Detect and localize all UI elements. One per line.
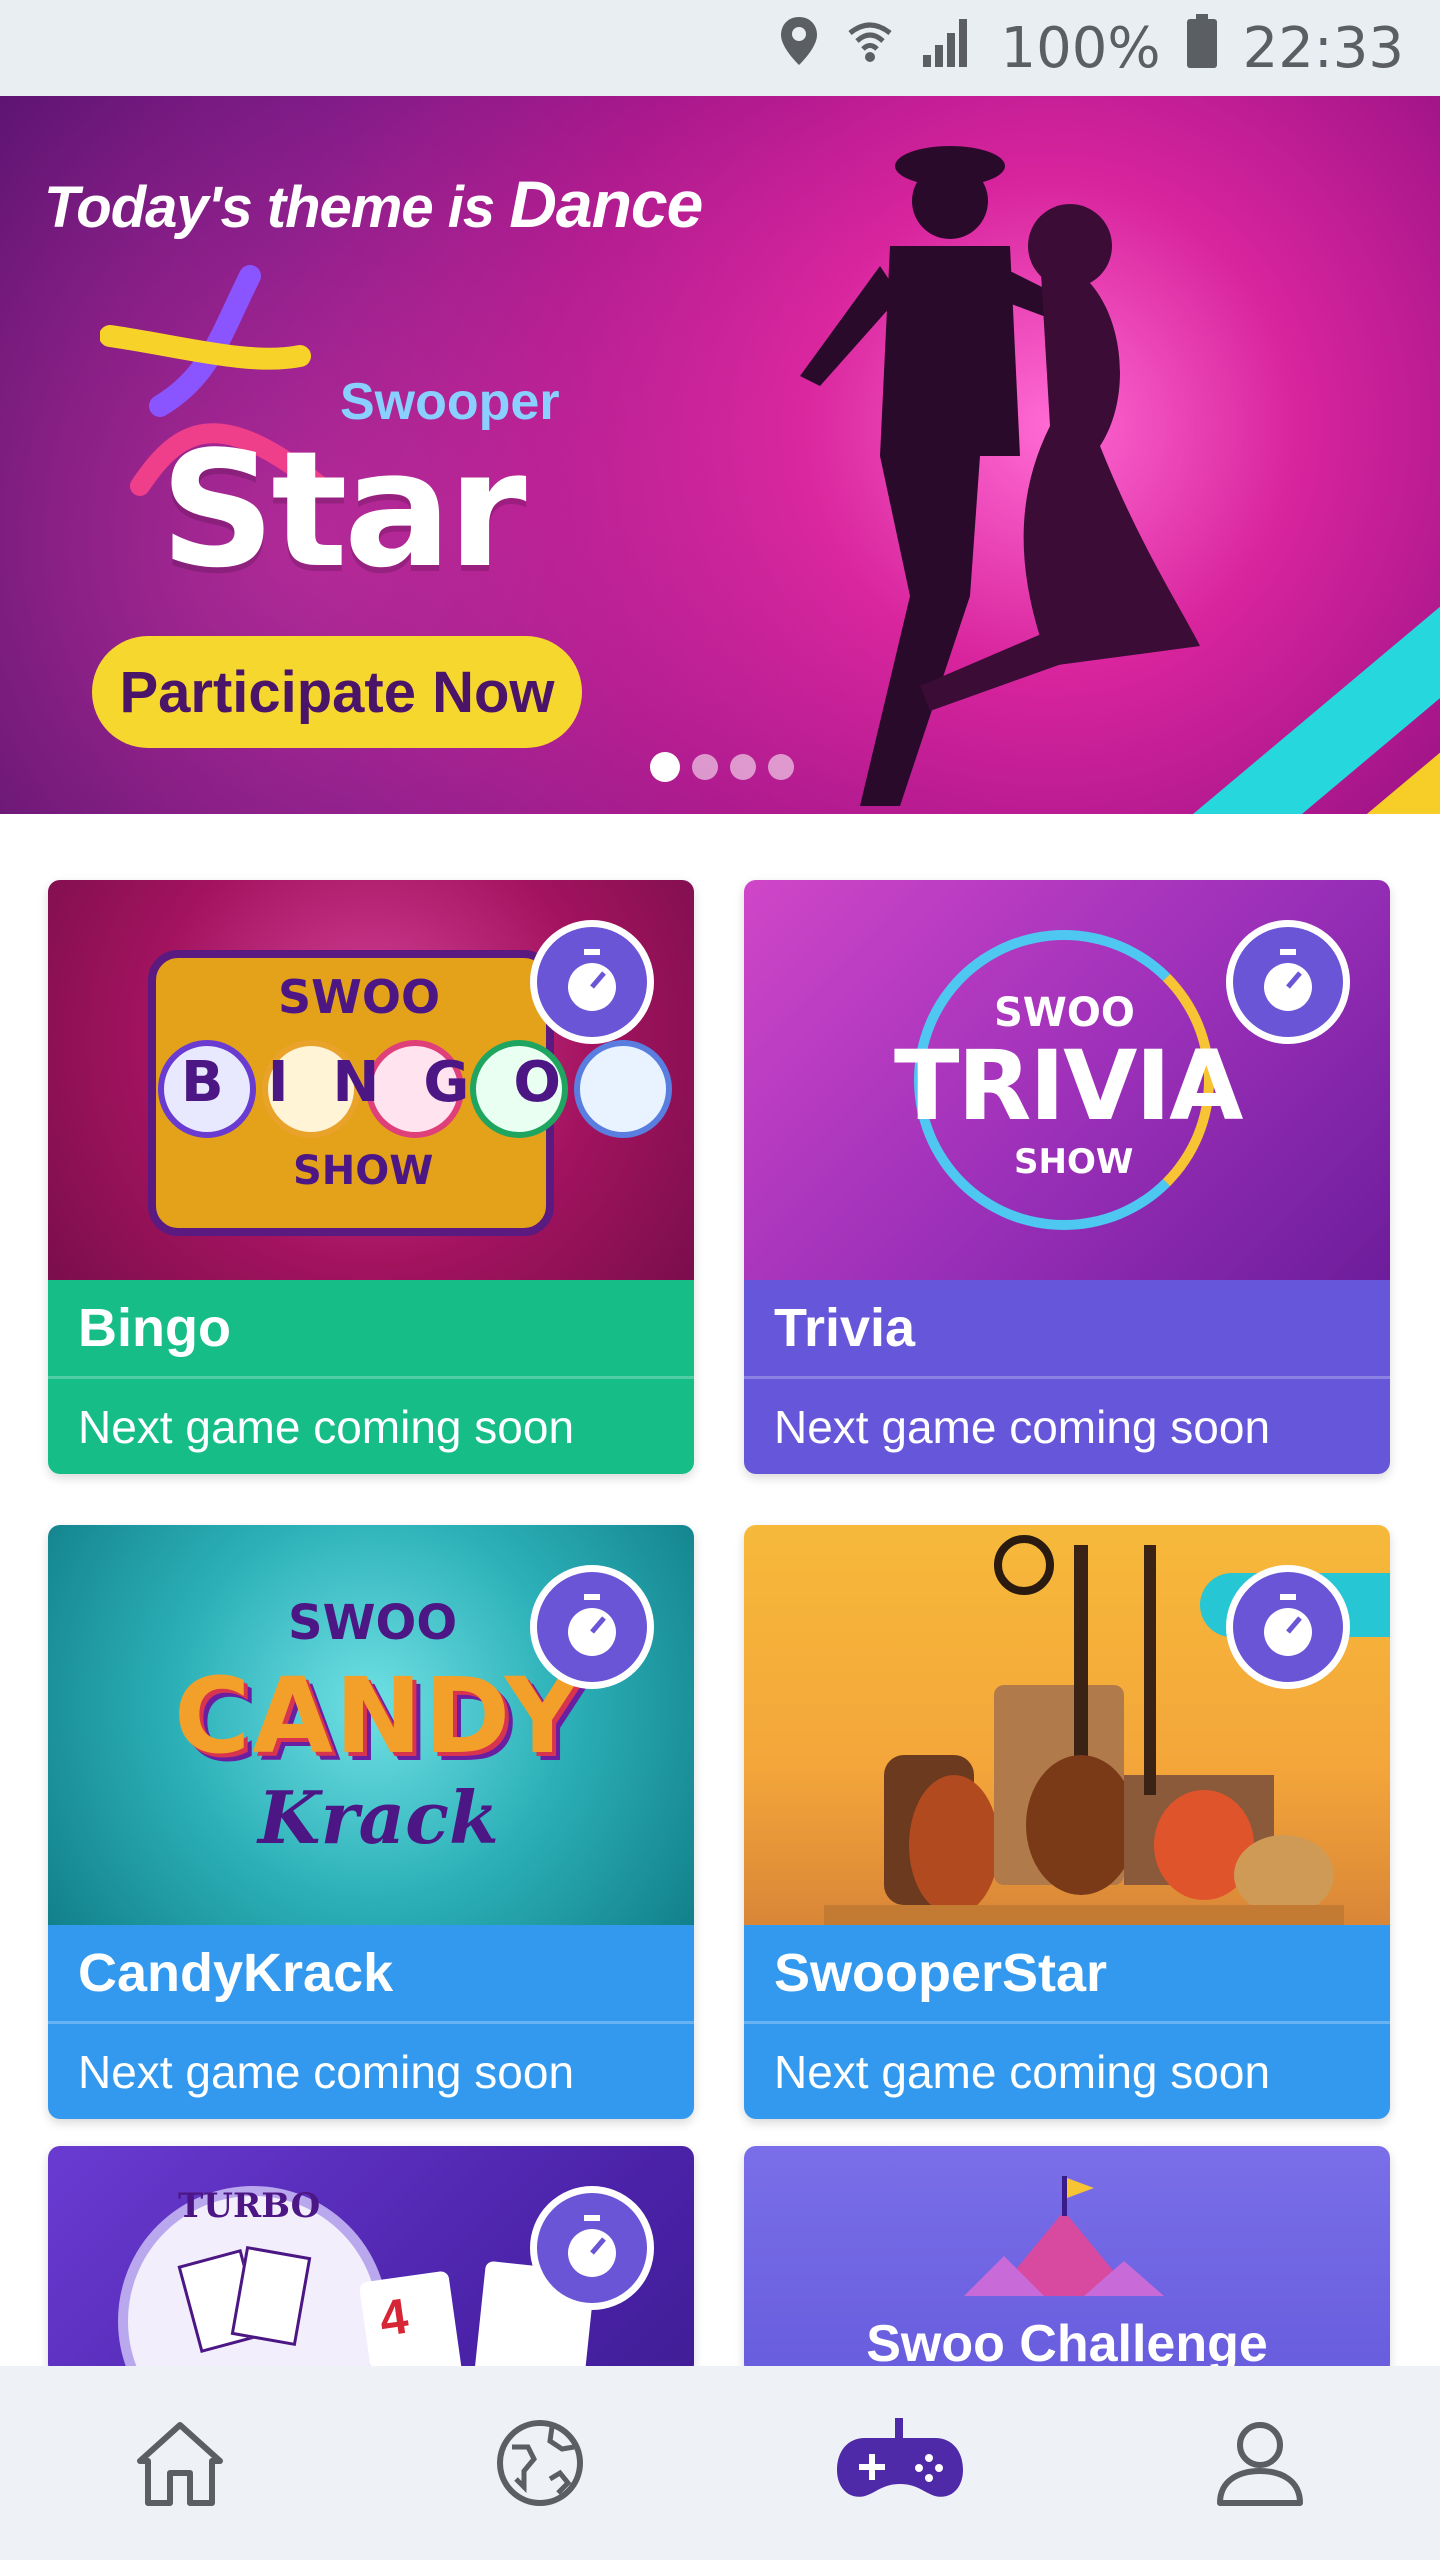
banner-brand-big: Star <box>160 416 527 603</box>
timer-icon <box>530 920 654 1044</box>
home-icon <box>137 2422 223 2506</box>
game-card-turbo[interactable]: TURBO 4 <box>48 2146 694 2376</box>
trivia-thumbnail: SWOO TRIVIA SHOW <box>744 880 1390 1280</box>
promo-banner[interactable]: Today's theme is Dance Swooper Star Part… <box>0 96 1440 814</box>
game-status: Next game coming soon <box>744 1376 1390 1474</box>
mountain-flag-icon <box>964 2176 1164 2296</box>
nav-explore[interactable] <box>460 2393 620 2533</box>
carousel-dot-3[interactable] <box>730 754 756 780</box>
game-status: Next game coming soon <box>744 2021 1390 2119</box>
trivia-logo-main: TRIVIA <box>894 1030 1243 1142</box>
game-title: Trivia <box>744 1280 1390 1376</box>
nav-home[interactable] <box>100 2393 260 2533</box>
banner-theme-text: Today's theme is Dance <box>44 166 703 242</box>
nav-profile[interactable] <box>1180 2393 1340 2533</box>
carousel-dot-1[interactable] <box>650 752 680 782</box>
status-bar: 100% 22:33 <box>0 0 1440 96</box>
game-title: Bingo <box>48 1280 694 1376</box>
challenge-label: Swoo Challenge <box>866 2315 1268 2373</box>
timer-icon <box>530 1565 654 1689</box>
swooperstar-thumbnail <box>744 1525 1390 1925</box>
game-card-trivia[interactable]: SWOO TRIVIA SHOW Trivia Next game coming… <box>744 880 1390 1474</box>
bingo-thumbnail: SWOO BINGO SHOW <box>48 880 694 1280</box>
card-digit: 4 <box>358 2270 468 2376</box>
theme-prefix: Today's theme is <box>44 175 495 240</box>
turbo-thumbnail: TURBO 4 <box>48 2146 694 2376</box>
nav-games[interactable] <box>820 2393 980 2533</box>
timer-icon <box>1226 920 1350 1044</box>
clock: 22:33 <box>1242 15 1404 81</box>
battery-percent: 100% <box>1000 15 1161 81</box>
wifi-icon <box>845 16 895 81</box>
game-title: CandyKrack <box>48 1925 694 2021</box>
profile-icon <box>1217 2422 1303 2506</box>
carousel-dots[interactable] <box>650 752 794 782</box>
carousel-dot-4[interactable] <box>768 754 794 780</box>
location-icon <box>779 15 819 81</box>
game-card-challenge[interactable]: Swoo Challenge <box>744 2146 1390 2376</box>
challenge-thumbnail: Swoo Challenge <box>744 2146 1390 2376</box>
battery-icon <box>1186 14 1217 82</box>
dancers-illustration <box>800 146 1200 806</box>
game-card-swooperstar[interactable]: SwooperStar Next game coming soon <box>744 1525 1390 2119</box>
game-title: SwooperStar <box>744 1925 1390 2021</box>
candykrack-logo-top: SWOO <box>288 1595 458 1651</box>
signal-icon <box>921 16 975 81</box>
bingo-logo-bottom: SHOW <box>293 1148 434 1194</box>
timer-icon <box>1226 1565 1350 1689</box>
theme-word: Dance <box>509 167 703 241</box>
carousel-dot-2[interactable] <box>692 754 718 780</box>
game-status: Next game coming soon <box>48 1376 694 1474</box>
bingo-logo-main: BINGO <box>181 1050 605 1115</box>
game-card-candykrack[interactable]: SWOO CANDY Krack CandyKrack Next game co… <box>48 1525 694 2119</box>
globe-icon <box>497 2420 583 2506</box>
game-card-bingo[interactable]: SWOO BINGO SHOW Bingo Next game coming s… <box>48 880 694 1474</box>
candykrack-logo-bottom: Krack <box>258 1775 499 1860</box>
turbo-logo: TURBO <box>178 2186 321 2226</box>
bingo-logo-top: SWOO <box>278 970 441 1024</box>
candykrack-thumbnail: SWOO CANDY Krack <box>48 1525 694 1925</box>
participate-now-button[interactable]: Participate Now <box>92 636 582 748</box>
game-status: Next game coming soon <box>48 2021 694 2119</box>
gamepad-icon <box>837 2418 963 2497</box>
trivia-logo-bottom: SHOW <box>1014 1142 1134 1182</box>
bottom-nav <box>0 2366 1440 2560</box>
timer-icon <box>530 2186 654 2310</box>
